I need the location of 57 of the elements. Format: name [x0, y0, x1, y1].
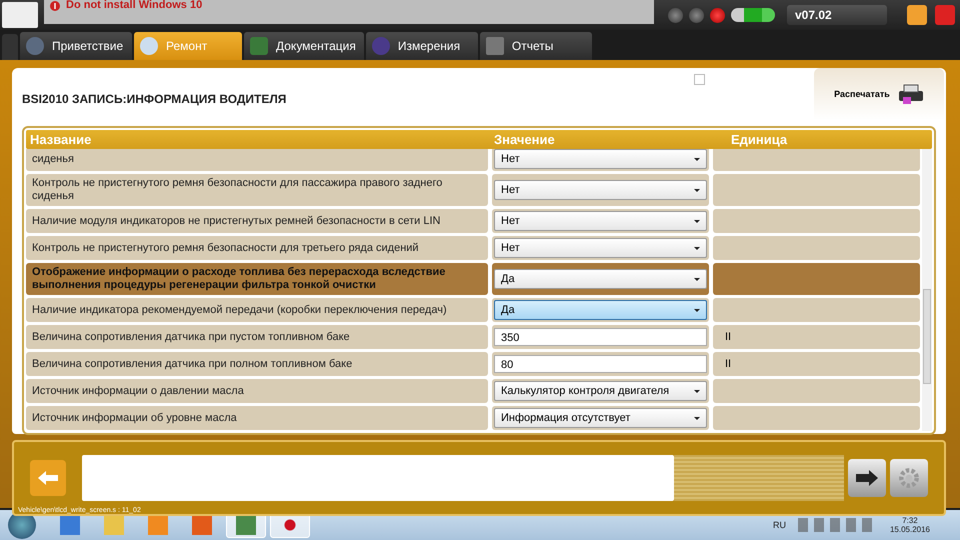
minimize-button[interactable]	[907, 5, 927, 25]
printer-icon	[898, 83, 924, 105]
tab[interactable]: Отчеты	[480, 32, 592, 60]
parameter-name: сиденья	[26, 149, 488, 171]
dropdown[interactable]: Нет	[494, 149, 707, 169]
table-row[interactable]: Источник информации об уровне масла Информация отсутствует	[26, 406, 920, 430]
back-button[interactable]	[30, 460, 66, 496]
version-field: v07.02	[787, 5, 887, 25]
volume-control[interactable]	[731, 8, 775, 22]
parameter-name: Наличие модуля индикаторов не пристегнутых ремней безопасности в сети LIN	[26, 209, 488, 233]
parameter-name: Контроль не пристегнутого ремня безопасности для пассажира правого заднего сиденья	[26, 174, 488, 206]
column-header: Значение	[493, 132, 556, 147]
language-indicator[interactable]: RU	[772, 520, 786, 530]
parameter-name: Наличие индикатора рекомендуемой передачи (коробки переключения передач)	[26, 298, 488, 322]
warning-icon	[50, 1, 60, 11]
table-row[interactable]: Источник информации о давлении масла Калькулятор контроля двигателя	[26, 379, 920, 403]
tab[interactable]: Документация	[244, 32, 364, 60]
checkbox[interactable]	[694, 74, 705, 85]
table-row[interactable]: Наличие индикатора рекомендуемой передачи (коробки переключения передач) Да	[26, 298, 920, 322]
dropdown[interactable]: Нет	[494, 238, 707, 258]
tab[interactable]: Измерения	[366, 32, 478, 60]
column-header: Единица	[730, 132, 788, 147]
parameter-name: Отображение информации о расходе топлива без перерасхода вследствие выполнения процедуры регенерации фильтра тонкой очистки	[26, 263, 488, 295]
tab[interactable]: Приветствие	[20, 32, 132, 60]
unit-cell: II	[713, 352, 920, 376]
table-row[interactable]: Наличие модуля индикаторов не пристегнутых ремней безопасности в сети LIN Нет	[26, 209, 920, 233]
table-row[interactable]: Величина сопротивления датчика при пустом топливном баке 350 II	[26, 325, 920, 349]
dropdown[interactable]: Да	[494, 269, 707, 289]
parameter-name: Величина сопротивления датчика при пустом топливном баке	[26, 325, 488, 349]
page-title: BSI2010 ЗАПИСЬ:ИНФОРМАЦИЯ ВОДИТЕЛЯ	[22, 92, 288, 106]
close-button[interactable]	[935, 5, 955, 25]
input-field[interactable]: 350	[494, 328, 707, 346]
parameter-name: Источник информации об уровне масла	[26, 406, 488, 430]
column-header: Название	[29, 132, 92, 147]
table-row[interactable]: Контроль не пристегнутого ремня безопасности для пассажира правого заднего сиденья Нет	[26, 174, 920, 206]
gear-icon	[898, 467, 920, 489]
scrollbar[interactable]	[922, 149, 932, 431]
warning-message: Do not install Windows 10	[66, 0, 202, 12]
unit-cell: II	[713, 325, 920, 349]
parameter-name: Источник информации о давлении масла	[26, 379, 488, 403]
next-button[interactable]	[848, 459, 886, 497]
dropdown[interactable]: Информация отсутствует	[494, 408, 707, 428]
clock-time[interactable]: 7:32	[902, 516, 918, 525]
right-arrow-icon	[856, 470, 878, 486]
dropdown[interactable]: Да	[494, 300, 707, 320]
dropdown[interactable]: Нет	[494, 180, 707, 200]
dropdown[interactable]: Нет	[494, 211, 707, 231]
table-row[interactable]: Контроль не пристегнутого ремня безопасности для третьего ряда сидений Нет	[26, 236, 920, 260]
input-field[interactable]: 80	[494, 355, 707, 373]
parameter-name: Контроль не пристегнутого ремня безопасности для третьего ряда сидений	[26, 236, 488, 260]
table-row[interactable]: Отображение информации о расходе топлива без перерасхода вследствие выполнения процедуры регенерации фильтра тонкой очистки Да	[26, 263, 920, 295]
table-row[interactable]: сиденья Нет	[26, 149, 920, 171]
clock-date[interactable]: 15.05.2016	[890, 525, 930, 534]
dropdown[interactable]: Калькулятор контроля двигателя	[494, 381, 707, 401]
left-arrow-icon	[38, 471, 58, 485]
table-row[interactable]: Величина сопротивления датчика при полном топливном баке 80 II	[26, 352, 920, 376]
parameter-name: Величина сопротивления датчика при полном топливном баке	[26, 352, 488, 376]
